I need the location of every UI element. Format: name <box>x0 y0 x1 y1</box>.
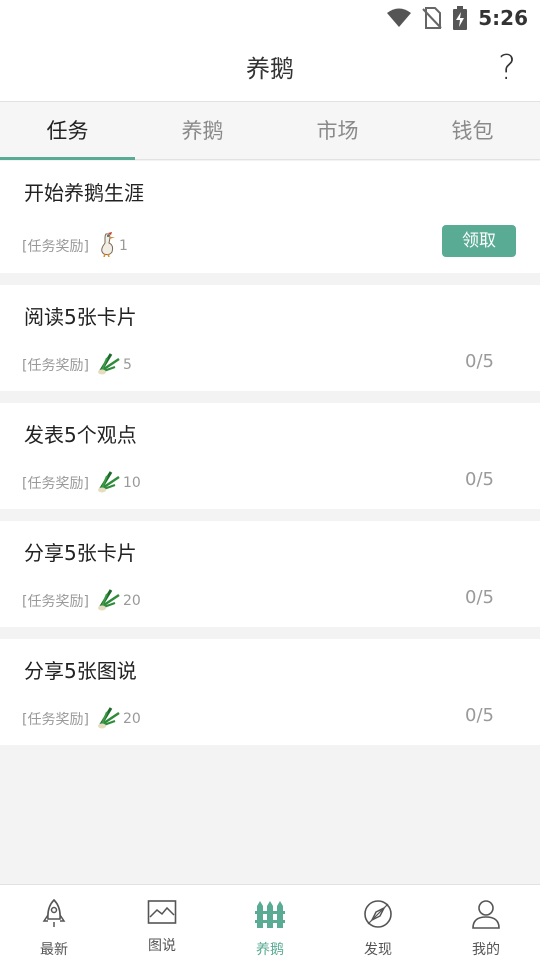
reward-label: [任务奖励] <box>22 358 89 374</box>
reward-label: [任务奖励] <box>22 239 89 255</box>
task-card: 开始养鹅生涯 [任务奖励] 1 领取 <box>0 161 540 273</box>
fence-icon <box>255 899 285 933</box>
tab-market[interactable]: 市场 <box>270 102 405 159</box>
claim-reward-button[interactable]: 领取 <box>442 225 516 257</box>
goose-icon <box>97 231 117 261</box>
task-progress: 0/5 <box>465 351 494 372</box>
task-name: 分享5张卡片 <box>24 541 137 565</box>
task-progress: 0/5 <box>465 587 494 608</box>
task-name: 阅读5张卡片 <box>24 305 137 329</box>
task-name: 分享5张图说 <box>24 659 137 683</box>
scallion-icon <box>97 587 121 615</box>
nav-discover[interactable]: 发现 <box>324 885 432 960</box>
user-icon <box>471 899 501 933</box>
nav-label: 我的 <box>472 942 500 958</box>
reward-label: [任务奖励] <box>22 594 89 610</box>
task-card: 发表5个观点 [任务奖励] 10 0/5 <box>0 403 540 509</box>
reward-label: [任务奖励] <box>22 712 89 728</box>
nav-latest[interactable]: 最新 <box>0 885 108 960</box>
reward-amount: 20 <box>122 593 141 609</box>
task-reward: [任务奖励] 20 <box>22 705 141 733</box>
nav-label: 图说 <box>148 938 176 954</box>
task-name: 开始养鹅生涯 <box>24 181 144 205</box>
nav-label: 最新 <box>40 942 68 958</box>
reward-amount: 10 <box>122 475 141 491</box>
reward-label: [任务奖励] <box>22 476 89 492</box>
nav-raise-goose[interactable]: 养鹅 <box>216 885 324 960</box>
task-reward: [任务奖励] 5 <box>22 351 132 379</box>
task-reward: [任务奖励] 10 <box>22 469 141 497</box>
task-reward: [任务奖励] 1 <box>22 231 128 261</box>
tab-raise-goose[interactable]: 养鹅 <box>135 102 270 159</box>
app-bar: 养鹅 ? <box>0 36 540 102</box>
task-progress: 0/5 <box>465 705 494 726</box>
status-time: 5:26 <box>478 6 528 30</box>
task-progress: 0/5 <box>465 469 494 490</box>
reward-amount: 20 <box>122 711 141 727</box>
bottom-nav: 最新 图说 养鹅 发现 我的 <box>0 884 540 960</box>
page-title: 养鹅 <box>246 55 294 83</box>
tab-wallet[interactable]: 钱包 <box>405 102 540 159</box>
reward-amount: 5 <box>122 357 132 373</box>
reward-amount: 1 <box>118 238 128 254</box>
no-sim-icon <box>422 7 442 29</box>
task-card: 分享5张卡片 [任务奖励] 20 0/5 <box>0 521 540 627</box>
nav-picture-talk[interactable]: 图说 <box>108 885 216 960</box>
nav-label: 发现 <box>364 942 392 958</box>
wifi-icon <box>386 8 412 28</box>
task-card: 阅读5张卡片 [任务奖励] 5 0/5 <box>0 285 540 391</box>
scallion-icon <box>97 705 121 733</box>
tab-bar: 任务 养鹅 市场 钱包 <box>0 102 540 160</box>
battery-charging-icon <box>452 6 468 30</box>
task-card: 分享5张图说 [任务奖励] 20 0/5 <box>0 639 540 745</box>
help-button[interactable]: ? <box>498 46 516 90</box>
status-bar: 5:26 <box>0 0 540 36</box>
nav-mine[interactable]: 我的 <box>432 885 540 960</box>
rocket-icon <box>41 898 67 933</box>
compass-icon <box>363 899 393 933</box>
scallion-icon <box>97 469 121 497</box>
tab-tasks[interactable]: 任务 <box>0 102 135 160</box>
nav-label: 养鹅 <box>256 942 284 958</box>
scallion-icon <box>97 351 121 379</box>
task-name: 发表5个观点 <box>24 423 137 447</box>
image-icon <box>147 899 177 929</box>
task-reward: [任务奖励] 20 <box>22 587 141 615</box>
